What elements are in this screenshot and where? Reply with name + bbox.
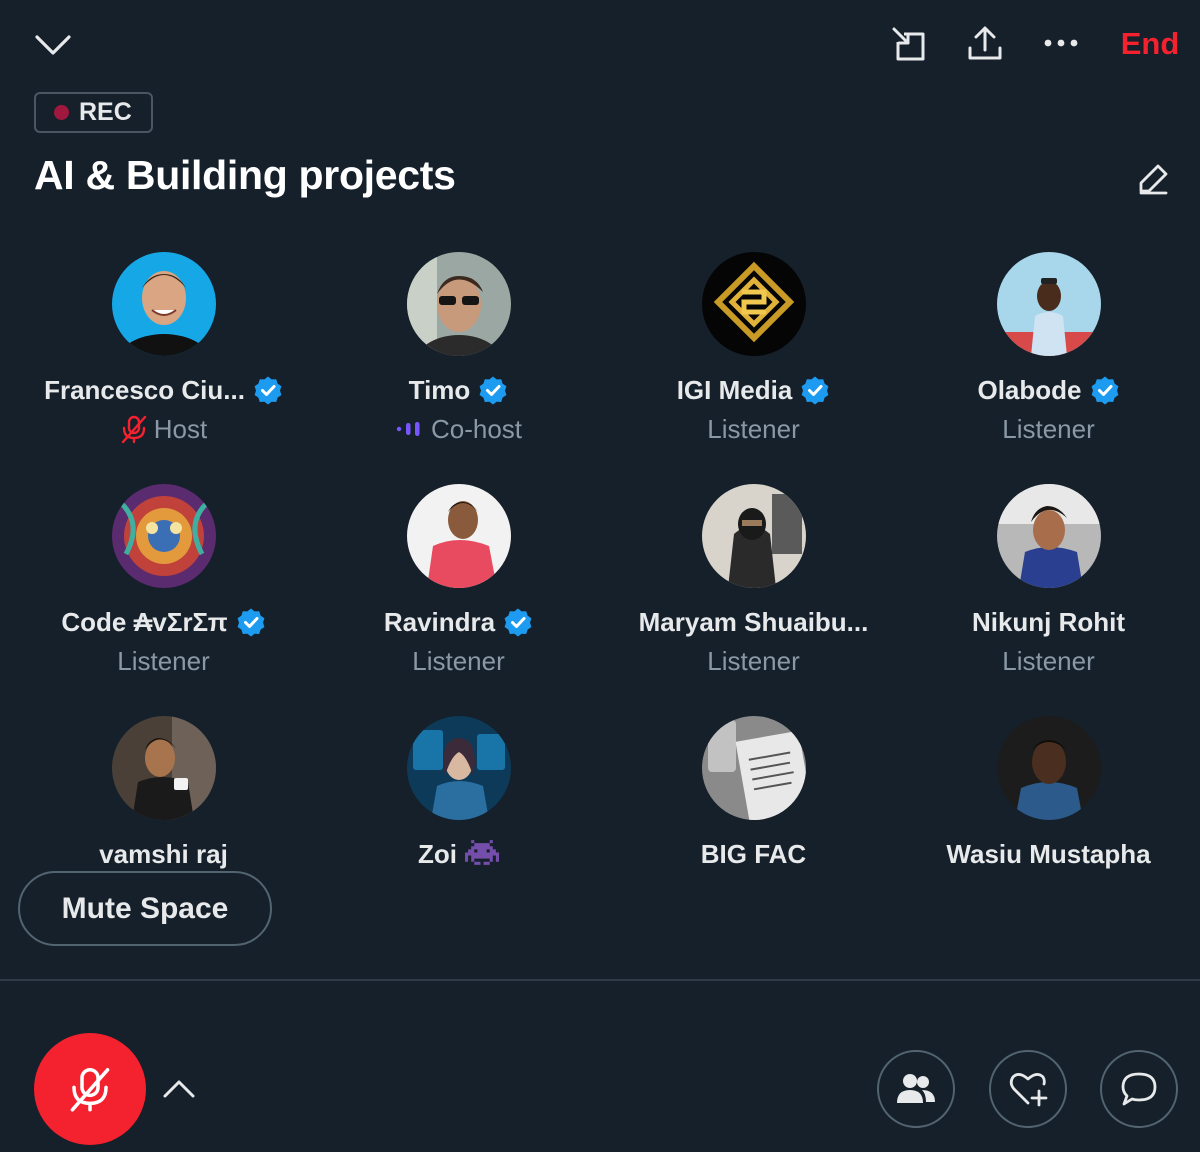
- participant-olabode[interactable]: Olabode Listener: [901, 252, 1196, 446]
- participant-name: Zoi: [418, 838, 457, 869]
- participant-role: Listener: [707, 645, 800, 676]
- participant-role: Listener: [117, 645, 210, 676]
- people-button[interactable]: [877, 1050, 955, 1128]
- muted-mic-icon: [67, 1065, 113, 1113]
- avatar: [996, 252, 1101, 356]
- chevron-down-icon[interactable]: [30, 22, 76, 68]
- verified-badge-icon: [801, 376, 829, 405]
- avatar: [996, 716, 1101, 820]
- participant-code-averen[interactable]: Code ₳vΣrΣπ Listener: [16, 484, 311, 678]
- avatar: [701, 484, 806, 588]
- recording-dot-icon: [54, 105, 69, 120]
- verified-badge-icon: [1091, 376, 1118, 405]
- participant-big-fac[interactable]: BIG FAC: [606, 716, 901, 874]
- participant-name: IGI Media: [676, 374, 793, 405]
- end-space-button[interactable]: End: [1110, 24, 1190, 64]
- unmute-mic-button[interactable]: [34, 1033, 146, 1145]
- participant-name: Olabode: [977, 374, 1082, 405]
- avatar: [701, 716, 806, 820]
- speaking-waveform-icon: [395, 419, 425, 439]
- chevron-up-icon[interactable]: [156, 1066, 202, 1112]
- alien-monster-emoji-icon: [465, 839, 499, 869]
- avatar: [111, 252, 216, 356]
- participant-role: Listener: [707, 413, 800, 444]
- minimize-window-icon[interactable]: [886, 22, 932, 68]
- participant-name: BIG FAC: [700, 838, 807, 869]
- avatar: [406, 716, 511, 820]
- avatar: [406, 484, 511, 588]
- participant-role: Co-host: [430, 413, 523, 444]
- participant-nikunj[interactable]: Nikunj Rohit Listener: [901, 484, 1196, 678]
- chat-button[interactable]: [1100, 1050, 1178, 1128]
- divider: [0, 979, 1200, 981]
- mute-space-button[interactable]: Mute Space: [18, 871, 272, 946]
- avatar: [701, 252, 806, 356]
- verified-badge-icon: [479, 376, 507, 405]
- participant-role: Listener: [412, 645, 505, 676]
- recording-badge: REC: [34, 92, 153, 133]
- participant-name: Nikunj Rohit: [971, 606, 1126, 637]
- muted-mic-icon: [120, 414, 148, 444]
- participant-maryam[interactable]: Maryam Shuaibu... Listener: [606, 484, 901, 678]
- participant-wasiu[interactable]: Wasiu Mustapha: [901, 716, 1196, 874]
- participant-vamshi[interactable]: vamshi raj: [16, 716, 311, 874]
- people-icon: [896, 1072, 936, 1106]
- participant-francesco[interactable]: Francesco Ciu... Host: [16, 252, 311, 446]
- verified-badge-icon: [254, 376, 282, 405]
- more-icon[interactable]: [1038, 20, 1084, 66]
- avatar: [406, 252, 511, 356]
- avatar: [111, 484, 216, 588]
- share-icon[interactable]: [962, 20, 1008, 66]
- top-bar: End: [0, 0, 1200, 90]
- verified-badge-icon: [237, 608, 265, 637]
- participant-timo[interactable]: Timo Co-host: [311, 252, 606, 446]
- participant-name: Francesco Ciu...: [44, 374, 245, 405]
- participant-name: vamshi raj: [99, 838, 228, 869]
- avatar: [996, 484, 1101, 588]
- participant-role: Listener: [1002, 413, 1095, 444]
- participant-ravindra[interactable]: Ravindra Listener: [311, 484, 606, 678]
- participant-igi-media[interactable]: IGI Media Listener: [606, 252, 901, 446]
- avatar: [111, 716, 216, 820]
- verified-badge-icon: [504, 608, 532, 637]
- participant-name: Wasiu Mustapha: [946, 838, 1151, 869]
- participant-name: Maryam Shuaibu...: [638, 606, 869, 637]
- participant-name: Code ₳vΣrΣπ: [61, 606, 228, 637]
- participant-role: Host: [153, 413, 208, 444]
- recording-label: REC: [79, 98, 132, 126]
- participant-name: Timo: [408, 374, 471, 405]
- react-button[interactable]: [989, 1050, 1067, 1128]
- participant-role: Listener: [1002, 645, 1095, 676]
- chat-bubble-icon: [1120, 1071, 1158, 1107]
- participant-name: Ravindra: [383, 606, 496, 637]
- heart-plus-icon: [1008, 1071, 1048, 1107]
- participant-zoi[interactable]: Zoi: [311, 716, 606, 874]
- space-title: AI & Building projects: [34, 152, 456, 198]
- edit-icon[interactable]: [1130, 156, 1176, 202]
